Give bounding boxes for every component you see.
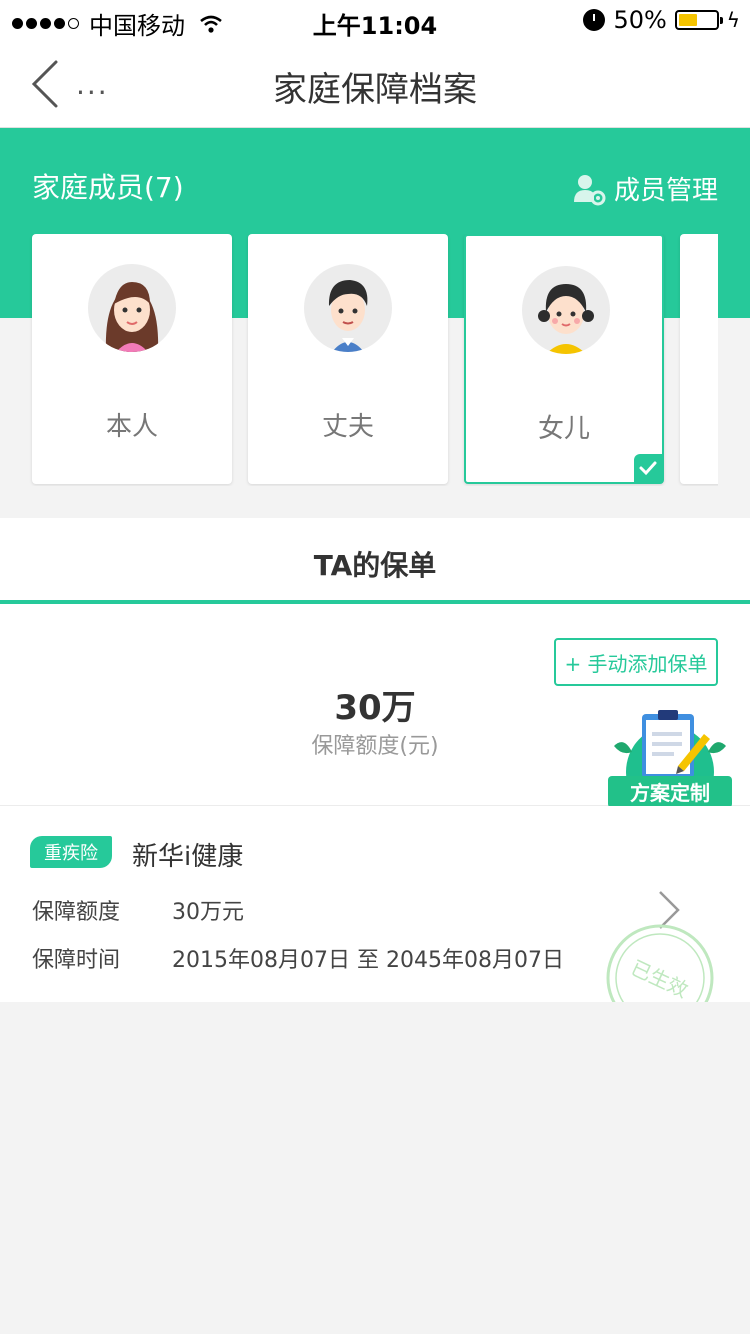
- policy-type-tag: 重疾险: [30, 836, 112, 868]
- active-stamp-icon: 已生效: [606, 924, 714, 1002]
- status-bar: 中国移动 上午11:04 50% ϟ: [0, 0, 750, 40]
- member-card-next[interactable]: [680, 234, 718, 484]
- woman-avatar-icon: [88, 264, 176, 352]
- girl-avatar-icon: [522, 266, 610, 354]
- member-label: 丈夫: [321, 412, 374, 442]
- alarm-icon: [583, 9, 606, 31]
- member-manage-icon: [573, 174, 606, 205]
- selected-check-icon: [634, 454, 662, 482]
- member-card-self[interactable]: 本人: [32, 234, 232, 484]
- member-label: 女儿: [537, 414, 590, 444]
- add-policy-button[interactable]: + 手动添加保单: [554, 638, 718, 686]
- plan-badge-label: 方案定制: [630, 781, 710, 805]
- period-value: 2015年08月07日 至 2045年08月07日: [172, 948, 564, 973]
- more-button[interactable]: ...: [76, 68, 109, 101]
- member-manage-label: 成员管理: [613, 176, 718, 206]
- member-card-husband[interactable]: 丈夫: [248, 234, 448, 484]
- charging-icon: ϟ: [726, 8, 740, 32]
- policy-item[interactable]: 重疾险 新华i健康 保障额度 30万元 保障时间 2015年08月07日 至 2…: [0, 806, 750, 1002]
- back-icon[interactable]: [28, 58, 68, 110]
- member-card-daughter[interactable]: 女儿: [464, 234, 664, 484]
- member-card-list: 本人 丈夫 女儿: [0, 234, 718, 486]
- page-title: 家庭保障档案: [273, 70, 477, 110]
- coverage-label: 保障额度: [32, 900, 121, 925]
- battery-percent: 50%: [613, 6, 667, 34]
- status-stamp-label: 已生效: [627, 955, 692, 1002]
- tab-policies[interactable]: TA的保单: [0, 544, 750, 584]
- policy-name: 新华i健康: [132, 842, 244, 872]
- period-label: 保障时间: [32, 948, 121, 973]
- policy-tab-bar: TA的保单: [0, 518, 750, 604]
- members-title: 家庭成员(7): [32, 171, 184, 204]
- coverage-value: 30万元: [172, 900, 244, 925]
- battery-icon: [674, 10, 723, 30]
- member-label: 本人: [105, 412, 158, 442]
- status-right: 50% ϟ: [583, 6, 740, 34]
- nav-bar: ... 家庭保障档案: [0, 40, 750, 128]
- member-manage-button[interactable]: 成员管理: [572, 170, 718, 207]
- man-avatar-icon: [304, 264, 392, 352]
